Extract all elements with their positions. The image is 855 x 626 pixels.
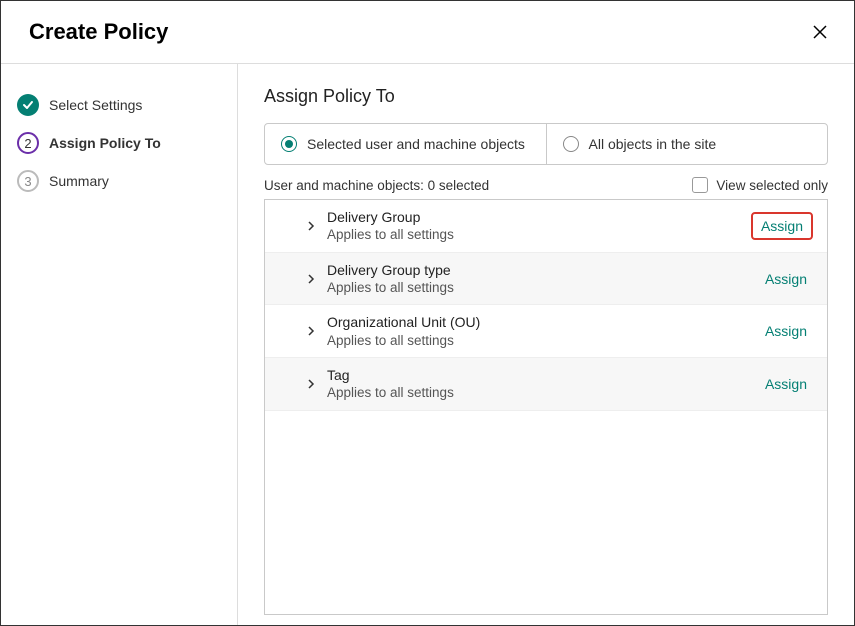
list-item: Delivery Group Applies to all settings A… <box>265 200 827 253</box>
scope-option-group: Selected user and machine objects All ob… <box>264 123 828 165</box>
step-indicator-complete <box>17 94 39 116</box>
step-label: Select Settings <box>49 97 142 113</box>
row-subtitle: Applies to all settings <box>327 384 759 402</box>
step-label: Assign Policy To <box>49 135 161 151</box>
chevron-right-icon <box>306 325 316 337</box>
row-subtitle: Applies to all settings <box>327 226 751 244</box>
row-title: Delivery Group type <box>327 261 759 279</box>
step-select-settings[interactable]: Select Settings <box>15 86 223 124</box>
dialog-body: Select Settings 2 Assign Policy To 3 Sum… <box>1 64 854 625</box>
list-item: Tag Applies to all settings Assign <box>265 358 827 411</box>
row-text: Tag Applies to all settings <box>327 366 759 402</box>
list-item: Organizational Unit (OU) Applies to all … <box>265 305 827 358</box>
chevron-right-icon <box>306 220 316 232</box>
close-icon <box>811 23 829 41</box>
chevron-right-icon <box>306 378 316 390</box>
row-title: Organizational Unit (OU) <box>327 313 759 331</box>
row-text: Delivery Group Applies to all settings <box>327 208 751 244</box>
expand-toggle[interactable] <box>303 273 319 285</box>
dialog-title: Create Policy <box>29 19 168 45</box>
row-subtitle: Applies to all settings <box>327 279 759 297</box>
row-subtitle: Applies to all settings <box>327 332 759 350</box>
create-policy-dialog: Create Policy Select Settings 2 Assign P… <box>0 0 855 626</box>
step-indicator-current: 2 <box>17 132 39 154</box>
view-selected-label: View selected only <box>716 178 828 193</box>
option-all-objects[interactable]: All objects in the site <box>547 124 828 164</box>
selection-count: User and machine objects: 0 selected <box>264 178 489 193</box>
objects-list: Delivery Group Applies to all settings A… <box>264 199 828 615</box>
option-selected-objects[interactable]: Selected user and machine objects <box>265 124 547 164</box>
row-text: Organizational Unit (OU) Applies to all … <box>327 313 759 349</box>
view-selected-only-toggle[interactable]: View selected only <box>692 177 828 193</box>
expand-toggle[interactable] <box>303 325 319 337</box>
row-text: Delivery Group type Applies to all setti… <box>327 261 759 297</box>
main-heading: Assign Policy To <box>264 86 828 107</box>
radio-icon <box>281 136 297 152</box>
step-assign-policy-to[interactable]: 2 Assign Policy To <box>15 124 223 162</box>
assign-button[interactable]: Assign <box>759 267 813 291</box>
assign-button[interactable]: Assign <box>751 212 813 240</box>
expand-toggle[interactable] <box>303 378 319 390</box>
option-label: All objects in the site <box>589 136 717 152</box>
step-label: Summary <box>49 173 109 189</box>
assign-button[interactable]: Assign <box>759 372 813 396</box>
chevron-right-icon <box>306 273 316 285</box>
list-item: Delivery Group type Applies to all setti… <box>265 253 827 306</box>
titlebar: Create Policy <box>1 1 854 64</box>
radio-icon <box>563 136 579 152</box>
checkmark-icon <box>22 99 34 111</box>
option-label: Selected user and machine objects <box>307 136 525 152</box>
expand-toggle[interactable] <box>303 220 319 232</box>
row-title: Delivery Group <box>327 208 751 226</box>
meta-row: User and machine objects: 0 selected Vie… <box>264 177 828 193</box>
step-indicator-upcoming: 3 <box>17 170 39 192</box>
step-summary[interactable]: 3 Summary <box>15 162 223 200</box>
checkbox-icon <box>692 177 708 193</box>
close-button[interactable] <box>810 22 830 42</box>
main-panel: Assign Policy To Selected user and machi… <box>238 64 854 625</box>
wizard-steps: Select Settings 2 Assign Policy To 3 Sum… <box>1 64 238 625</box>
row-title: Tag <box>327 366 759 384</box>
assign-button[interactable]: Assign <box>759 319 813 343</box>
